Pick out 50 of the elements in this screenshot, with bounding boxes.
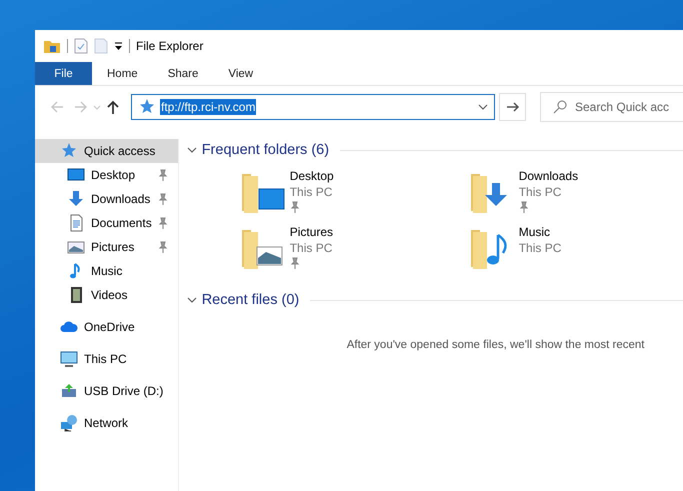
- sidebar-item[interactable]: This PC: [35, 347, 178, 371]
- sidebar-item[interactable]: Downloads: [35, 187, 178, 211]
- folder-name: Music: [518, 225, 552, 239]
- chevron-down-icon[interactable]: [478, 103, 488, 111]
- sidebar-item[interactable]: Videos: [35, 283, 178, 307]
- right-arrow-icon: [506, 101, 520, 113]
- search-field[interactable]: Search Quick acc: [540, 92, 683, 122]
- folder-location: This PC: [518, 185, 562, 199]
- address-field[interactable]: ftp://ftp.rci-nv.com: [131, 94, 495, 120]
- sidebar-item[interactable]: USB Drive (D:): [35, 379, 178, 403]
- section-header[interactable]: Recent files (0): [186, 289, 683, 311]
- search-icon: [553, 100, 567, 114]
- down-arrow-icon: [67, 190, 85, 208]
- sidebar-item[interactable]: Pictures: [35, 235, 178, 259]
- go-button[interactable]: [499, 93, 526, 121]
- folder-tile[interactable]: Downloads This PC: [470, 169, 683, 213]
- folder-icon: [43, 38, 61, 54]
- ribbon-tab[interactable]: View: [213, 62, 268, 85]
- folder-tile[interactable]: Music This PC: [470, 225, 683, 269]
- monitor-icon: [60, 350, 78, 368]
- folder-location: This PC: [290, 241, 334, 255]
- folder-location: This PC: [290, 185, 334, 199]
- window-title: File Explorer: [136, 39, 204, 53]
- ribbon-tab[interactable]: File: [35, 62, 92, 85]
- address-text: ftp://ftp.rci-nv.com: [160, 99, 256, 115]
- star-icon: [60, 142, 78, 160]
- empty-message: After you've opened some files, we'll show the most recent: [346, 339, 646, 351]
- sidebar-item[interactable]: Network: [35, 411, 178, 435]
- section-header[interactable]: Frequent folders (6): [186, 139, 683, 161]
- ribbon-tab[interactable]: Home: [92, 62, 153, 85]
- sidebar-item[interactable]: Documents: [35, 211, 178, 235]
- star-icon: [138, 98, 156, 116]
- folder-name: Desktop: [290, 169, 334, 183]
- folder-name: Downloads: [518, 169, 578, 183]
- sidebar-item[interactable]: OneDrive: [35, 315, 178, 339]
- ribbon-tab[interactable]: Share: [152, 62, 214, 85]
- sidebar-item[interactable]: Quick access: [35, 139, 178, 163]
- folder-tile[interactable]: Pictures This PC: [242, 225, 471, 269]
- chevron-down-icon: [186, 295, 197, 305]
- sidebar-item[interactable]: Music: [35, 259, 178, 283]
- drive-icon: [60, 382, 78, 400]
- chevron-down-icon: [186, 145, 197, 155]
- network-icon: [60, 414, 78, 432]
- search-placeholder: Search Quick acc: [575, 100, 670, 114]
- folder-name: Pictures: [290, 225, 334, 239]
- dropdown-icon[interactable]: [114, 41, 123, 51]
- folder-location: This PC: [518, 241, 562, 255]
- sidebar-item[interactable]: Desktop: [35, 163, 178, 187]
- folder-tile[interactable]: Desktop This PC: [242, 169, 471, 213]
- up-arrow-icon[interactable]: [105, 99, 121, 115]
